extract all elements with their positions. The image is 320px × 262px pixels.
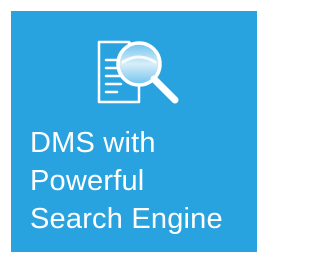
document-search-icon-svg xyxy=(97,40,179,104)
tile-title-line-2: Powerful xyxy=(30,165,145,197)
tile-title-line-3: Search Engine xyxy=(30,203,223,235)
dms-search-tile[interactable]: DMS with Powerful Search Engine xyxy=(11,11,257,252)
tile-title: DMS with Powerful Search Engine xyxy=(30,124,255,238)
tile-title-line-1: DMS with xyxy=(30,127,156,159)
magnifier-handle xyxy=(150,75,179,104)
document-search-icon xyxy=(95,30,195,112)
